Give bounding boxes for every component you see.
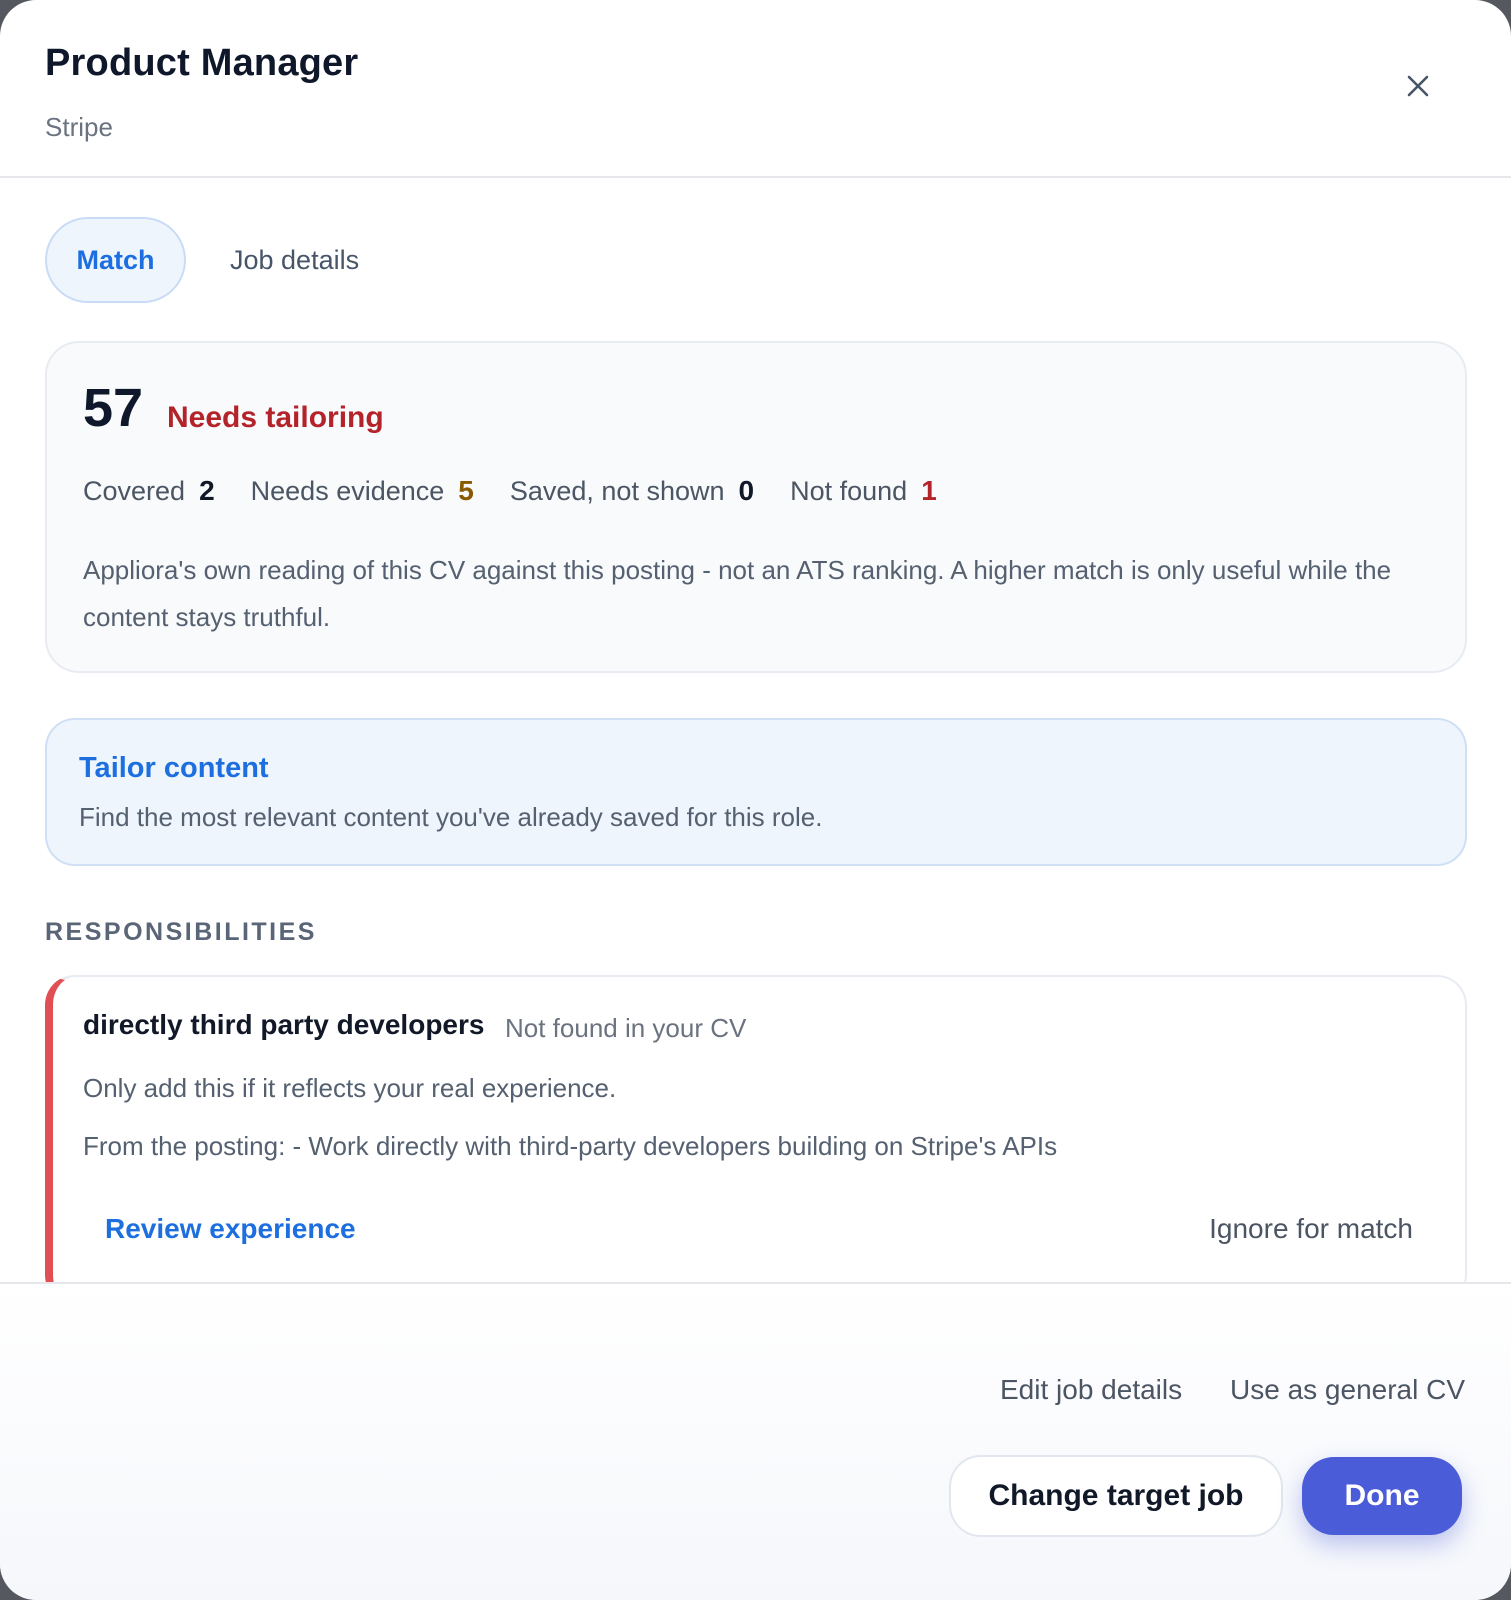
responsibility-item: directly third party developers Not foun…	[45, 975, 1467, 1305]
stat-value: 1	[921, 475, 937, 506]
stat-covered: Covered 2	[83, 475, 215, 507]
match-score-card: 57 Needs tailoring Covered 2 Needs evide…	[45, 341, 1467, 673]
company-name: Stripe	[45, 112, 113, 142]
close-icon	[1407, 75, 1429, 97]
tailor-content-card[interactable]: Tailor content Find the most relevant co…	[45, 718, 1467, 866]
stat-not-found: Not found 1	[790, 475, 937, 507]
tailor-content-description: Find the most relevant content you've al…	[79, 802, 823, 832]
tab-match[interactable]: Match	[45, 217, 186, 303]
dialog-header: Product Manager Stripe	[0, 0, 1511, 178]
responsibility-status: Not found in your CV	[505, 1013, 747, 1043]
review-experience-button[interactable]: Review experience	[105, 1213, 356, 1245]
use-as-general-cv-link[interactable]: Use as general CV	[1230, 1374, 1465, 1406]
edit-job-details-link[interactable]: Edit job details	[1000, 1374, 1182, 1406]
match-score: 57	[83, 378, 144, 438]
dialog-footer: Edit job details Use as general CV Chang…	[0, 1282, 1511, 1600]
stat-value: 5	[458, 475, 474, 506]
tab-job-details[interactable]: Job details	[198, 217, 391, 303]
stat-label: Saved, not shown	[509, 476, 725, 506]
tab-bar: Match Job details	[45, 216, 391, 304]
responsibility-source: From the posting: - Work directly with t…	[83, 1131, 1058, 1161]
stat-label: Needs evidence	[250, 476, 445, 506]
job-match-dialog: Product Manager Stripe Match Job details…	[0, 0, 1511, 1600]
match-status: Needs tailoring	[167, 401, 384, 434]
match-disclaimer: Appliora's own reading of this CV agains…	[83, 555, 1392, 632]
stat-value: 2	[199, 475, 215, 506]
ignore-for-match-button[interactable]: Ignore for match	[1209, 1213, 1413, 1245]
responsibilities-heading: RESPONSIBILITIES	[45, 918, 317, 946]
tailor-content-title: Tailor content	[79, 752, 269, 784]
change-target-job-button[interactable]: Change target job	[949, 1455, 1283, 1537]
close-button[interactable]	[1398, 66, 1438, 106]
stat-saved-not-shown: Saved, not shown 0	[510, 475, 754, 507]
stat-label: Not found	[790, 476, 908, 506]
responsibility-title: directly third party developers	[83, 1009, 485, 1040]
responsibility-guidance: Only add this if it reflects your real e…	[83, 1073, 617, 1103]
match-stats: Covered 2 Needs evidence 5 Saved, not sh…	[83, 475, 973, 507]
done-button[interactable]: Done	[1302, 1457, 1462, 1535]
stat-needs-evidence: Needs evidence 5	[251, 475, 474, 507]
stat-label: Covered	[83, 476, 186, 506]
stat-value: 0	[738, 475, 755, 506]
dialog-title: Product Manager	[45, 42, 359, 84]
